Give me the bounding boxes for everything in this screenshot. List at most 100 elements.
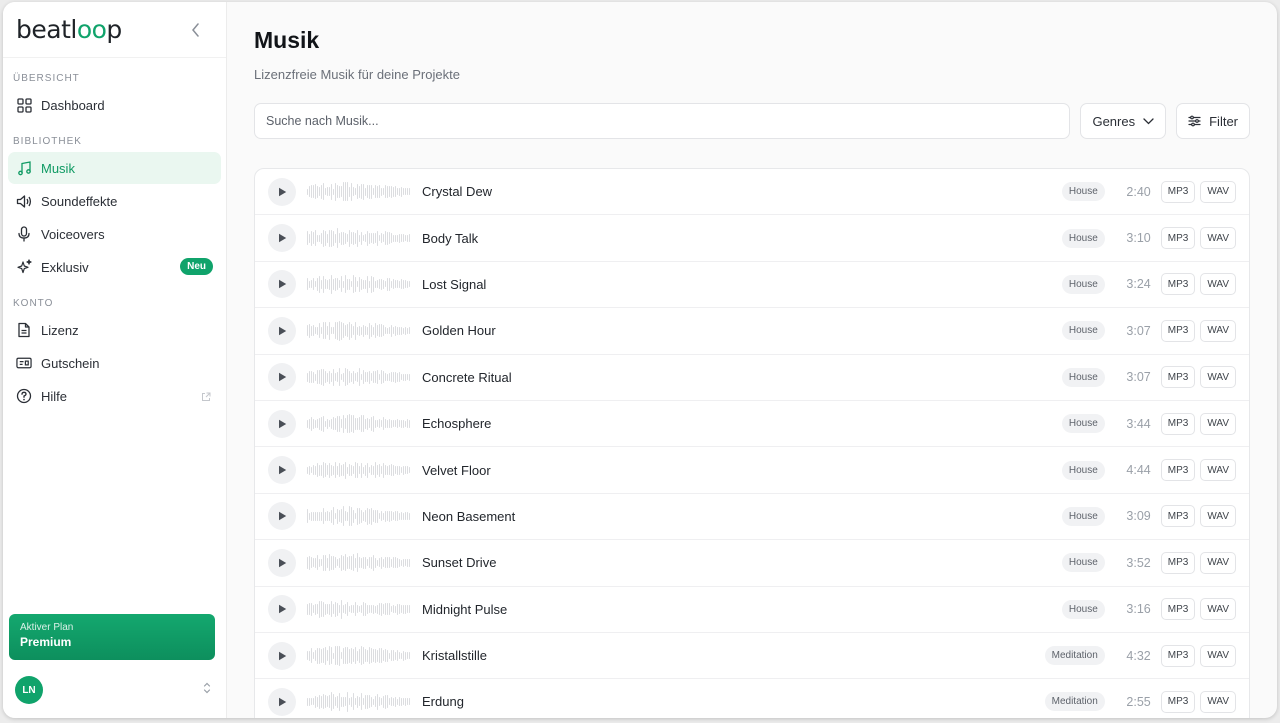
- download-wav-button[interactable]: WAV: [1200, 273, 1236, 296]
- download-mp3-button[interactable]: MP3: [1160, 319, 1196, 342]
- download-mp3-button[interactable]: MP3: [1160, 644, 1196, 667]
- sidebar-item-exklusiv[interactable]: Exklusiv Neu: [8, 251, 221, 283]
- download-wav-button[interactable]: WAV: [1200, 319, 1236, 342]
- track-row[interactable]: Golden Hour House 3:07 MP3 WAV: [255, 308, 1249, 355]
- waveform-bar: [363, 556, 364, 569]
- waveform-bar: [367, 372, 368, 383]
- genre-tag: Meditation: [1044, 646, 1105, 666]
- play-button[interactable]: [268, 316, 296, 345]
- play-button[interactable]: [268, 456, 296, 485]
- sidebar-item-soundeffekte[interactable]: Soundeffekte: [8, 185, 221, 217]
- track-row[interactable]: Body Talk House 3:10 MP3 WAV: [255, 215, 1249, 262]
- waveform-bar: [373, 604, 374, 614]
- play-button[interactable]: [268, 363, 296, 392]
- sidebar-item-musik[interactable]: Musik: [8, 152, 221, 184]
- track-row[interactable]: Neon Basement House 3:09 MP3 WAV: [255, 494, 1249, 541]
- collapse-sidebar-button[interactable]: [186, 20, 206, 40]
- download-mp3-button[interactable]: MP3: [1160, 551, 1196, 574]
- waveform-bar: [355, 232, 356, 244]
- waveform-bar: [341, 509, 342, 524]
- download-wav-button[interactable]: WAV: [1200, 644, 1236, 667]
- waveform[interactable]: [307, 413, 411, 435]
- waveform-bar: [367, 326, 368, 335]
- waveform[interactable]: [307, 645, 411, 667]
- track-row[interactable]: Lost Signal House 3:24 MP3 WAV: [255, 262, 1249, 309]
- sidebar-item-lizenz[interactable]: Lizenz: [8, 314, 221, 346]
- play-button[interactable]: [268, 409, 296, 438]
- logo[interactable]: beatloop: [16, 15, 122, 44]
- download-mp3-button[interactable]: MP3: [1160, 412, 1196, 435]
- download-mp3-button[interactable]: MP3: [1160, 227, 1196, 250]
- search-input[interactable]: [254, 103, 1071, 139]
- sidebar-item-hilfe[interactable]: Hilfe: [8, 380, 221, 412]
- download-wav-button[interactable]: WAV: [1200, 505, 1236, 528]
- download-wav-button[interactable]: WAV: [1200, 690, 1236, 713]
- download-mp3-button[interactable]: MP3: [1160, 180, 1196, 203]
- genres-dropdown[interactable]: Genres: [1080, 103, 1167, 139]
- waveform-bar: [371, 648, 372, 664]
- download-mp3-button[interactable]: MP3: [1160, 598, 1196, 621]
- download-mp3-button[interactable]: MP3: [1160, 505, 1196, 528]
- download-wav-button[interactable]: WAV: [1200, 227, 1236, 250]
- play-button[interactable]: [268, 687, 296, 716]
- waveform-bar: [307, 278, 308, 291]
- waveform[interactable]: [307, 273, 411, 295]
- waveform-bar: [319, 275, 320, 293]
- waveform[interactable]: [307, 227, 411, 249]
- waveform-bar: [369, 647, 370, 665]
- track-row[interactable]: Concrete Ritual House 3:07 MP3 WAV: [255, 355, 1249, 401]
- download-wav-button[interactable]: WAV: [1200, 598, 1236, 621]
- track-row[interactable]: Kristallstille Meditation 4:32 MP3 WAV: [255, 633, 1249, 680]
- grid-icon: [16, 97, 32, 113]
- waveform[interactable]: [307, 181, 411, 203]
- waveform[interactable]: [307, 691, 411, 713]
- download-wav-button[interactable]: WAV: [1200, 412, 1236, 435]
- genre-tag: Meditation: [1044, 692, 1105, 712]
- waveform-bar: [385, 694, 386, 709]
- waveform[interactable]: [307, 320, 411, 342]
- download-wav-button[interactable]: WAV: [1200, 180, 1236, 203]
- waveform-bar: [365, 694, 366, 709]
- play-button[interactable]: [268, 224, 296, 253]
- download-mp3-button[interactable]: MP3: [1160, 273, 1196, 296]
- play-button[interactable]: [268, 595, 296, 624]
- download-wav-button[interactable]: WAV: [1200, 366, 1236, 389]
- track-row[interactable]: Erdung Meditation 2:55 MP3 WAV: [255, 679, 1249, 718]
- waveform-bar: [363, 324, 364, 337]
- waveform-bar: [389, 557, 390, 569]
- sidebar-item-voiceovers[interactable]: Voiceovers: [8, 218, 221, 250]
- waveform[interactable]: [307, 598, 411, 620]
- waveform-bar: [391, 419, 392, 428]
- waveform-bar: [367, 417, 368, 430]
- track-row[interactable]: Midnight Pulse House 3:16 MP3 WAV: [255, 587, 1249, 633]
- play-button[interactable]: [268, 641, 296, 670]
- waveform-bar: [373, 649, 374, 663]
- download-mp3-button[interactable]: MP3: [1160, 459, 1196, 482]
- filter-button[interactable]: Filter: [1176, 103, 1250, 139]
- waveform-bar: [351, 506, 352, 526]
- waveform[interactable]: [307, 505, 411, 527]
- track-row[interactable]: Crystal Dew House 2:40 MP3 WAV: [255, 169, 1249, 216]
- track-row[interactable]: Echosphere House 3:44 MP3 WAV: [255, 401, 1249, 448]
- waveform-bar: [353, 231, 354, 245]
- waveform-bar: [361, 693, 362, 711]
- waveform[interactable]: [307, 366, 411, 388]
- waveform[interactable]: [307, 459, 411, 481]
- user-menu[interactable]: LN: [15, 676, 211, 704]
- download-mp3-button[interactable]: MP3: [1160, 690, 1196, 713]
- waveform-bar: [399, 697, 400, 707]
- waveform[interactable]: [307, 552, 411, 574]
- sidebar-item-dashboard[interactable]: Dashboard: [8, 89, 221, 121]
- active-plan-card[interactable]: Aktiver Plan Premium: [9, 614, 215, 660]
- play-button[interactable]: [268, 548, 296, 577]
- download-mp3-button[interactable]: MP3: [1160, 366, 1196, 389]
- play-button[interactable]: [268, 270, 296, 299]
- sidebar-item-gutschein[interactable]: Gutschein: [8, 347, 221, 379]
- download-wav-button[interactable]: WAV: [1200, 551, 1236, 574]
- play-button[interactable]: [268, 177, 296, 206]
- play-button[interactable]: [268, 502, 296, 531]
- download-wav-button[interactable]: WAV: [1200, 459, 1236, 482]
- track-row[interactable]: Sunset Drive House 3:52 MP3 WAV: [255, 540, 1249, 587]
- track-row[interactable]: Velvet Floor House 4:44 MP3 WAV: [255, 447, 1249, 494]
- waveform-bar: [333, 555, 334, 570]
